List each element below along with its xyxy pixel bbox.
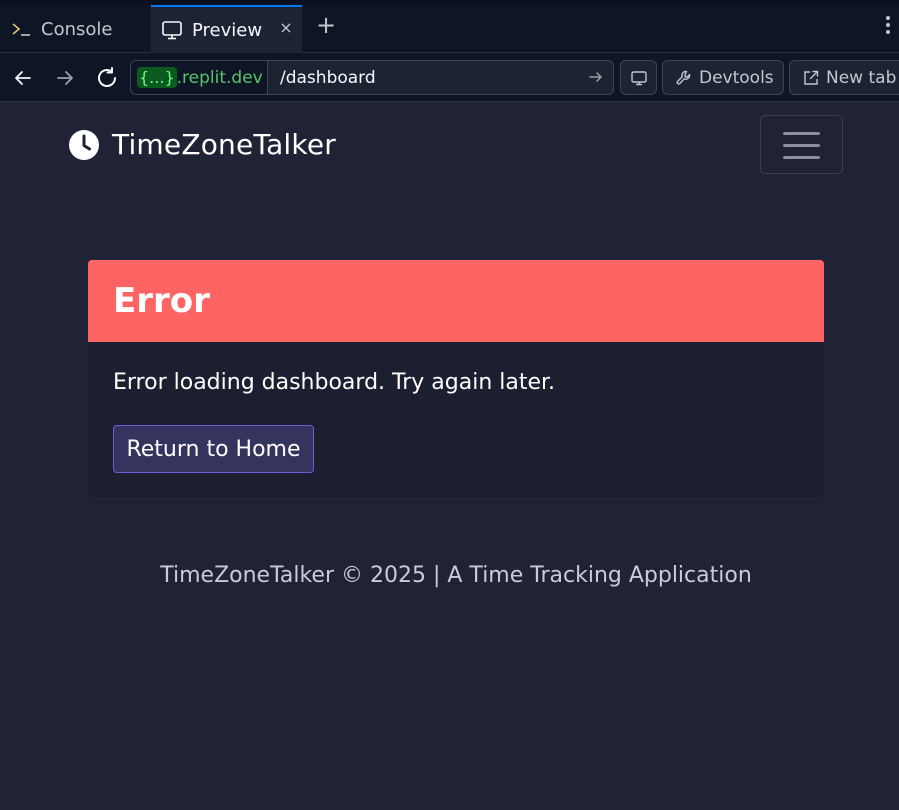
url-host: {...} .replit.dev: [131, 61, 268, 94]
footer-text: TimeZoneTalker © 2025 | A Time Tracking …: [160, 563, 752, 588]
tab-console[interactable]: Console: [0, 5, 150, 53]
return-home-button[interactable]: Return to Home: [113, 425, 314, 473]
error-title: Error: [113, 281, 210, 321]
devtools-button[interactable]: Devtools: [662, 60, 784, 95]
brand-name: TimeZoneTalker: [112, 128, 336, 161]
address-bar: {...} .replit.dev /dashboard Devtools Ne…: [0, 53, 899, 102]
url-domain: .replit.dev: [176, 67, 263, 88]
error-card-header: Error: [88, 260, 824, 342]
url-path[interactable]: /dashboard: [280, 61, 376, 94]
screen-size-button[interactable]: [620, 60, 657, 95]
error-message: Error loading dashboard. Try again later…: [113, 370, 556, 395]
monitor-icon: [630, 70, 647, 85]
go-arrow-icon[interactable]: [587, 68, 605, 86]
forward-button[interactable]: [52, 65, 78, 91]
menu-toggle-button[interactable]: [760, 115, 843, 174]
tab-preview[interactable]: Preview ×: [151, 5, 302, 53]
external-link-icon: [802, 69, 820, 87]
url-field[interactable]: {...} .replit.dev /dashboard: [130, 60, 614, 95]
back-button[interactable]: [10, 65, 36, 91]
new-tab-button[interactable]: New tab: [789, 60, 899, 95]
reload-button[interactable]: [94, 65, 120, 91]
devtools-label: Devtools: [699, 67, 774, 88]
workspace-tab-bar: Console Preview × +: [0, 0, 899, 53]
app-preview: TimeZoneTalker Error Error loading dashb…: [0, 102, 899, 810]
tab-console-label: Console: [41, 18, 113, 40]
error-card: Error Error loading dashboard. Try again…: [87, 259, 825, 499]
wrench-icon: [675, 69, 693, 87]
add-tab-button[interactable]: +: [314, 13, 338, 38]
new-tab-label: New tab: [826, 67, 897, 88]
reload-icon: [98, 67, 116, 87]
arrow-left-icon: [15, 71, 31, 85]
navbar-brand[interactable]: TimeZoneTalker: [68, 128, 336, 161]
tab-preview-label: Preview: [192, 19, 263, 41]
terminal-icon: [10, 18, 32, 40]
more-options-icon[interactable]: [880, 16, 896, 38]
clock-icon: [69, 129, 99, 160]
monitor-icon: [161, 19, 183, 41]
close-icon[interactable]: ×: [278, 20, 294, 36]
arrow-right-icon: [57, 71, 73, 85]
url-badge: {...}: [137, 67, 177, 88]
